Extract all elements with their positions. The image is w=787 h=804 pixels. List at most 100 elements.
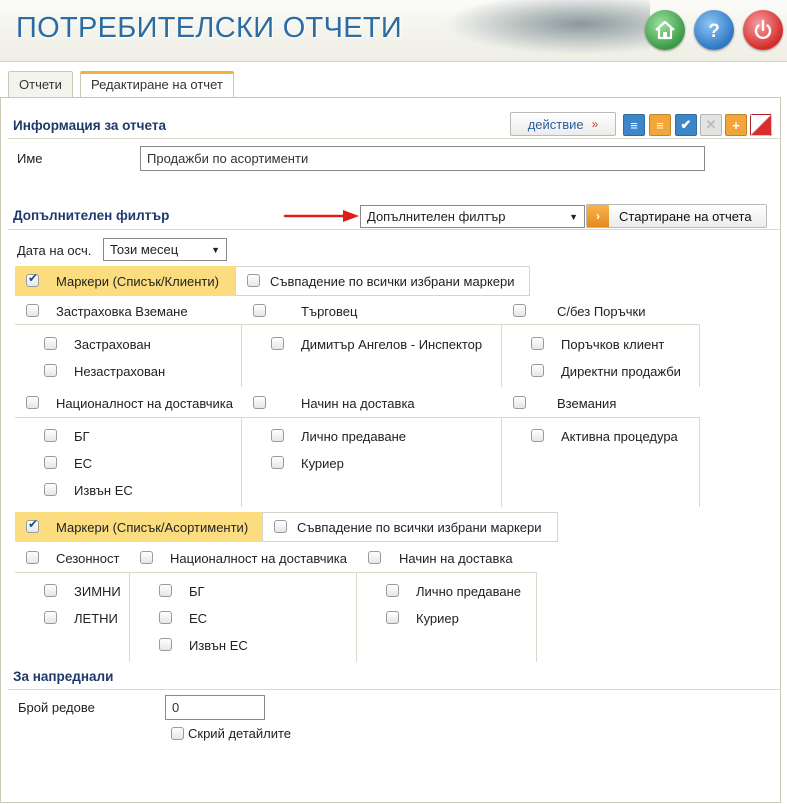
power-button[interactable] (743, 10, 783, 50)
group-checkbox[interactable] (140, 551, 153, 564)
group-label: Националност на доставчика (56, 396, 233, 411)
item-checkbox[interactable] (531, 337, 544, 350)
divider (15, 572, 537, 573)
item-label: БГ (189, 584, 205, 599)
group-checkbox[interactable] (253, 304, 266, 317)
svg-text:?: ? (708, 21, 720, 42)
item-checkbox[interactable] (44, 429, 57, 442)
markers-clients-checkbox[interactable] (26, 271, 39, 287)
item-label: ЛЕТНИ (74, 611, 118, 626)
match-all-clients-checkbox[interactable] (247, 274, 260, 287)
item-checkbox[interactable] (531, 364, 544, 377)
divider (8, 689, 781, 690)
name-input[interactable]: Продажби по асортименти (140, 146, 705, 171)
column-divider (536, 572, 537, 662)
item-label: ЕС (189, 611, 208, 626)
item-label: Застрахован (74, 337, 151, 352)
group-label: Застраховка Вземане (56, 304, 188, 319)
item-checkbox[interactable] (44, 337, 57, 350)
power-icon (754, 19, 772, 40)
red-arrow-annotation (283, 210, 359, 222)
item-label: Директни продажби (561, 364, 681, 379)
date-label: Дата на осч. (17, 243, 92, 258)
list-view-icon[interactable]: ≡ (623, 114, 645, 136)
divider (15, 417, 700, 418)
item-checkbox[interactable] (531, 429, 544, 442)
item-label: Лично предаване (416, 584, 522, 599)
item-checkbox[interactable] (271, 456, 284, 469)
item-checkbox[interactable] (271, 429, 284, 442)
column-divider (241, 417, 242, 507)
match-all-assortment-checkbox[interactable] (274, 520, 287, 533)
group-checkbox[interactable] (253, 396, 266, 409)
home-icon (655, 20, 675, 40)
help-icon: ? (708, 21, 720, 42)
app-header: ПОТРЕБИТЕЛСКИ ОТЧЕТИ ? (0, 0, 787, 62)
item-checkbox[interactable] (159, 638, 172, 651)
action-button[interactable]: действие » (510, 112, 616, 136)
item-checkbox[interactable] (386, 584, 399, 597)
report-info-title: Информация за отчета (13, 118, 166, 133)
group-label: Националност на доставчика (170, 551, 347, 566)
item-checkbox[interactable] (386, 611, 399, 624)
column-divider (699, 417, 700, 507)
hide-details-checkbox[interactable] (171, 727, 184, 740)
column-divider (241, 324, 242, 387)
group-checkbox[interactable] (368, 551, 381, 564)
column-divider (356, 572, 357, 662)
item-label: Извън ЕС (74, 483, 133, 498)
run-report-label: Стартиране на отчета (619, 208, 752, 224)
item-label: Димитър Ангелов - Инспектор (301, 337, 483, 352)
item-label: Куриер (301, 456, 344, 471)
clear-icon[interactable] (750, 114, 772, 136)
date-value: Този месец (110, 242, 179, 257)
group-checkbox[interactable] (513, 396, 526, 409)
item-checkbox[interactable] (44, 364, 57, 377)
markers-assortment-checkbox[interactable] (26, 517, 39, 533)
rows-label: Брой редове (18, 700, 95, 715)
divider (8, 229, 781, 230)
tab-edit-report[interactable]: Редактиране на отчет (80, 71, 234, 100)
advanced-title: За напреднали (13, 669, 114, 684)
document-icon[interactable]: ≡ (649, 114, 671, 136)
check-icon[interactable]: ✔ (675, 114, 697, 136)
group-checkbox[interactable] (26, 551, 39, 564)
chevron-down-icon: ▼ (211, 244, 220, 255)
delete-icon[interactable]: ✕ (700, 114, 722, 136)
tab-reports[interactable]: Отчети (8, 71, 73, 99)
item-label: Извън ЕС (189, 638, 248, 653)
group-checkbox[interactable] (26, 396, 39, 409)
run-report-button[interactable]: › Стартиране на отчета (586, 204, 767, 228)
item-checkbox[interactable] (159, 611, 172, 624)
item-label: Куриер (416, 611, 459, 626)
add-icon[interactable]: + (725, 114, 747, 136)
item-checkbox[interactable] (44, 483, 57, 496)
date-select[interactable]: Този месец ▼ (103, 238, 227, 261)
column-divider (501, 324, 502, 387)
group-label: С/без Поръчки (557, 304, 646, 319)
divider (15, 324, 700, 325)
help-button[interactable]: ? (694, 10, 734, 50)
item-checkbox[interactable] (44, 611, 57, 624)
item-label: Активна процедура (561, 429, 678, 444)
group-checkbox[interactable] (513, 304, 526, 317)
match-all-clients-label: Съвпадение по всички избрани маркери (270, 274, 515, 289)
hide-details-label: Скрий детайлите (188, 726, 292, 741)
item-checkbox[interactable] (44, 456, 57, 469)
edit-report-panel (0, 97, 781, 803)
rows-input[interactable]: 0 (165, 695, 265, 720)
column-divider (129, 572, 130, 662)
column-divider (501, 417, 502, 507)
item-checkbox[interactable] (44, 584, 57, 597)
extra-filter-select[interactable]: Допълнителен филтър ▼ (360, 205, 585, 228)
markers-assortment-label: Маркери (Списък/Асортименти) (56, 520, 249, 535)
item-checkbox[interactable] (159, 584, 172, 597)
item-label: Поръчков клиент (561, 337, 665, 352)
extra-filter-value: Допълнителен филтър (367, 209, 506, 224)
item-label: ЕС (74, 456, 93, 471)
home-button[interactable] (645, 10, 685, 50)
play-icon: › (587, 205, 609, 227)
group-checkbox[interactable] (26, 304, 39, 317)
group-label: Търговец (301, 304, 358, 319)
item-checkbox[interactable] (271, 337, 284, 350)
